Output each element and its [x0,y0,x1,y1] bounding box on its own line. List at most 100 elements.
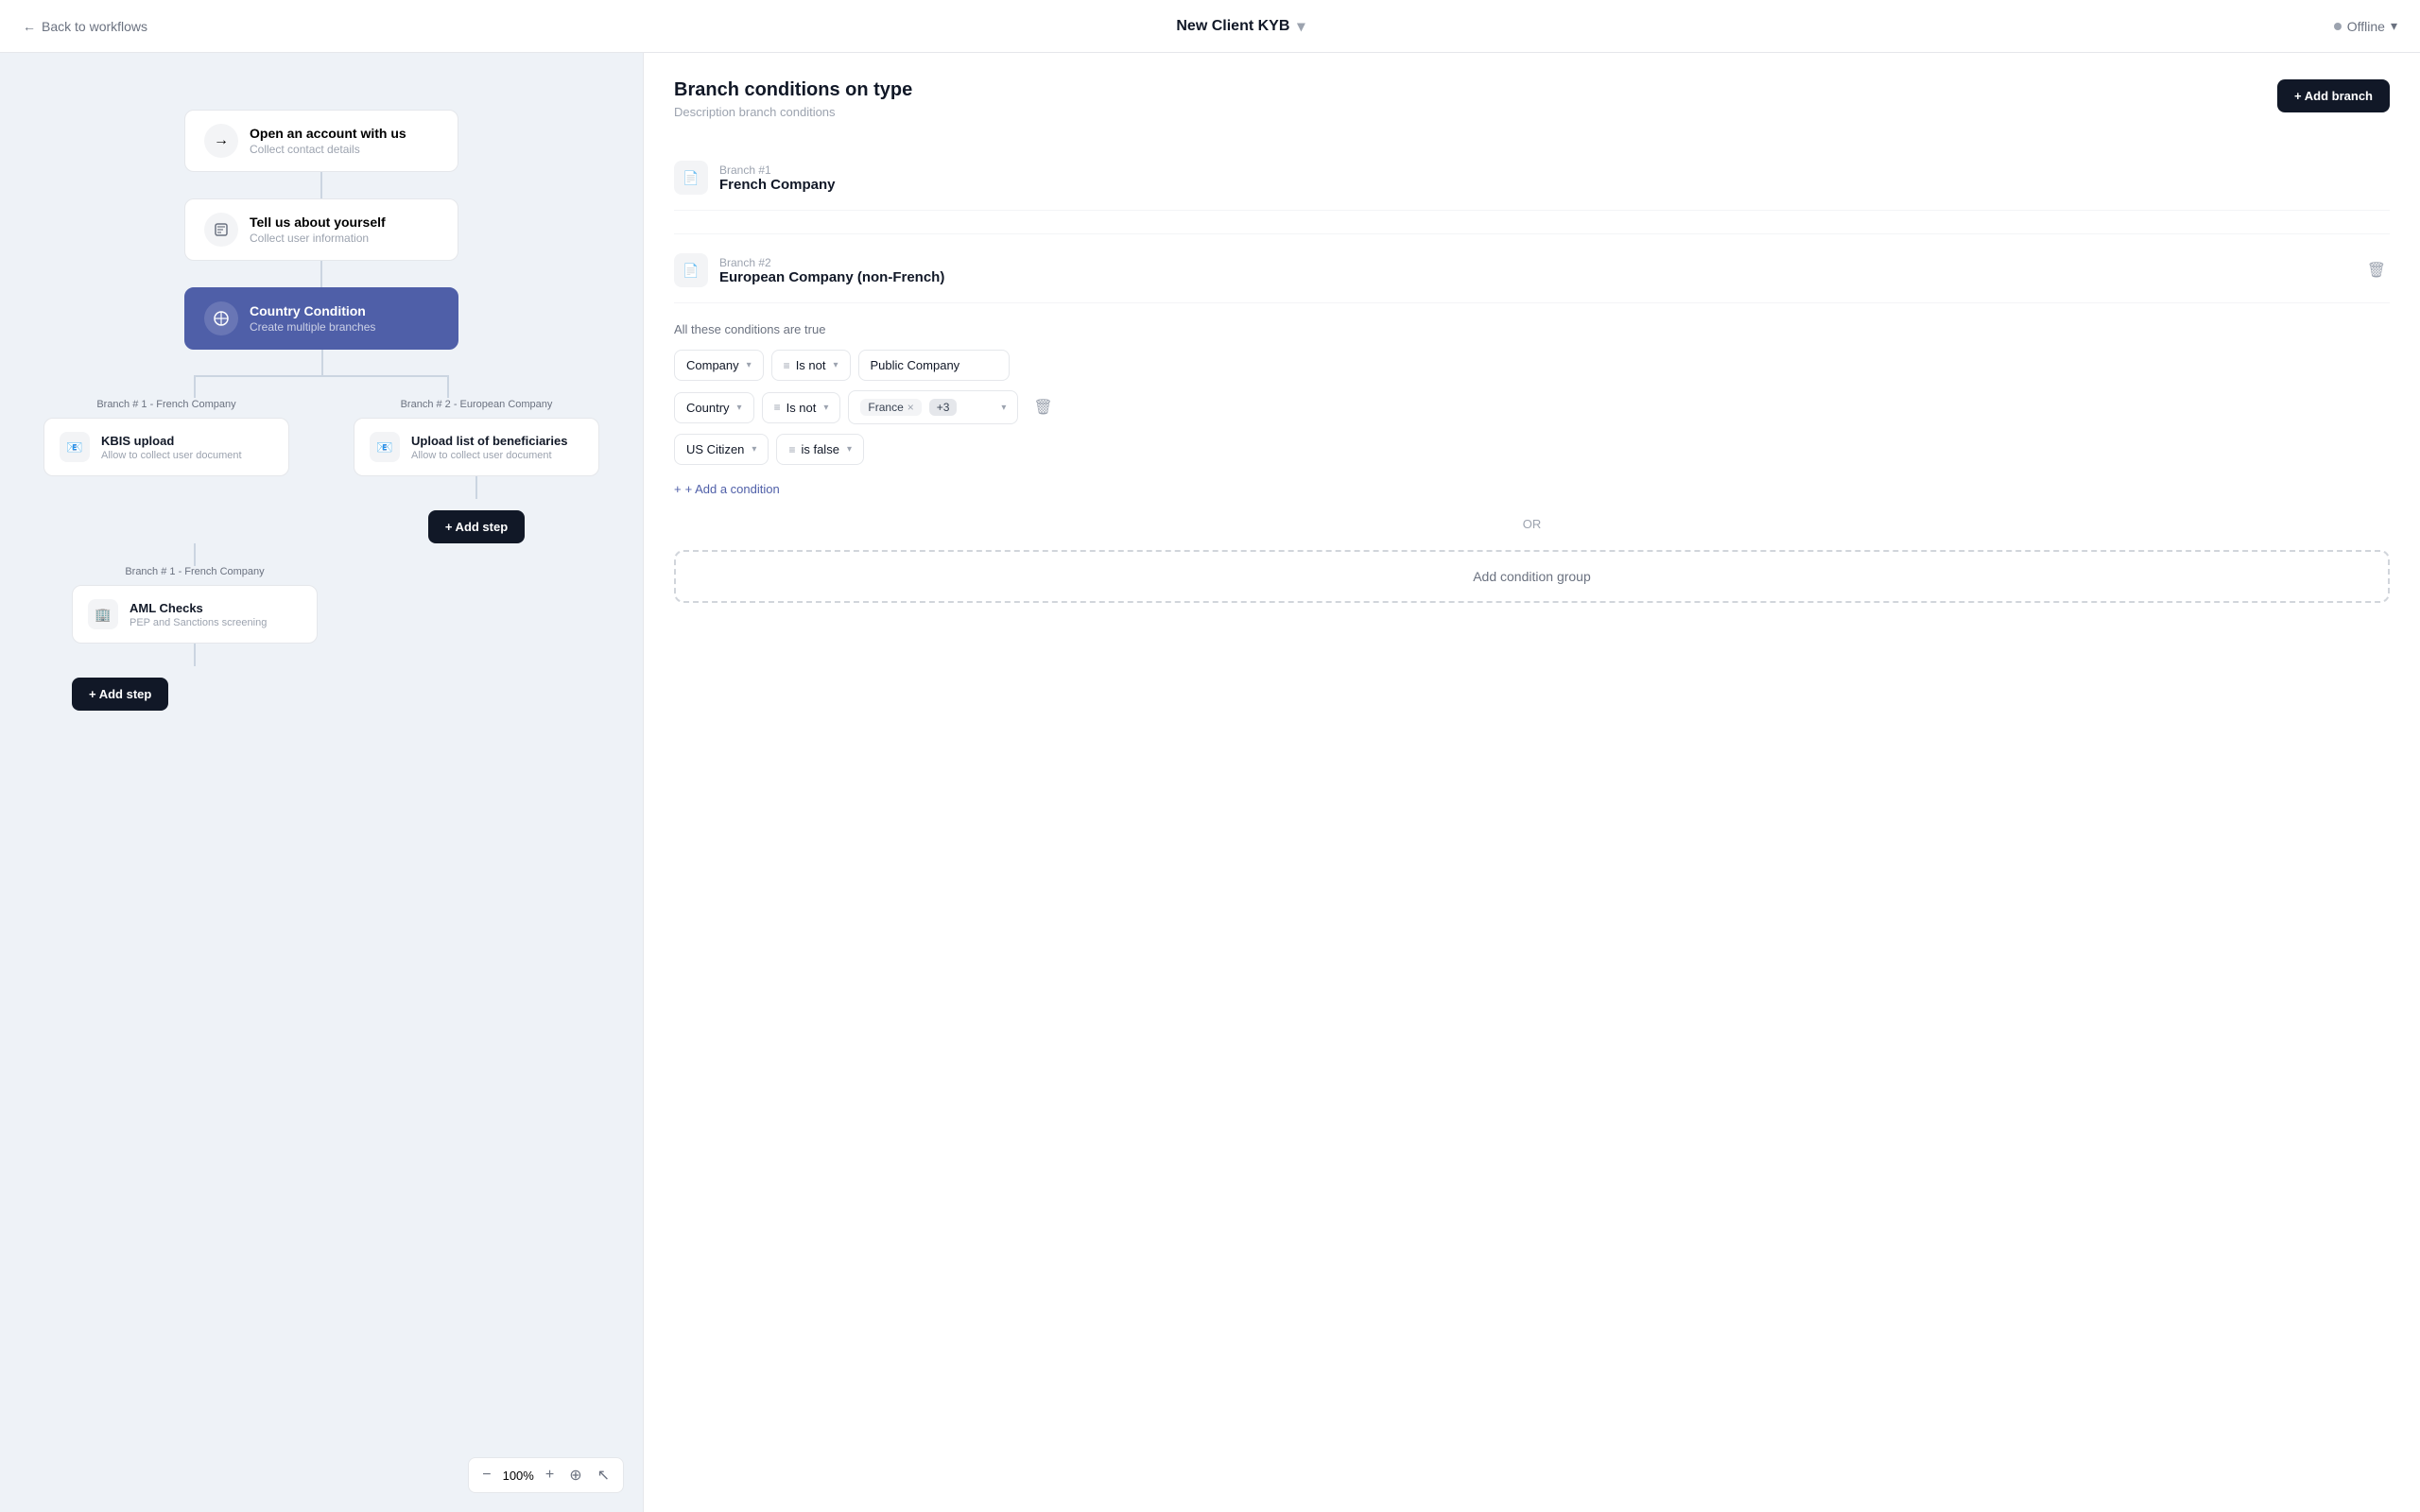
or-divider: OR [674,517,2390,531]
node-tell-yourself[interactable]: Tell us about yourself Collect user info… [184,198,458,261]
back-button[interactable]: ← Back to workflows [23,19,147,34]
company-field-select[interactable]: Company ▾ [674,350,764,381]
add-condition-link[interactable]: + + Add a condition [674,482,780,496]
company-operator-label: Is not [796,358,826,372]
status-dot-icon [2334,23,2342,30]
condition-row-2: Country ▾ ≡ Is not ▾ France × +3 [674,390,2390,424]
branch1-section: 📄 Branch #1 French Company [674,146,2390,211]
node-tell-yourself-title: Tell us about yourself [250,215,386,230]
node-open-account[interactable]: → Open an account with us Collect contac… [184,110,458,172]
branch-2-card-title: Upload list of beneficiaries [411,434,567,448]
add-condition-group-label: Add condition group [1473,569,1591,584]
zoom-in-button[interactable]: + [542,1465,558,1486]
add-branch-button[interactable]: + Add branch [2277,79,2390,112]
uscitizen-field-label: US Citizen [686,442,744,456]
branch1-header: 📄 Branch #1 French Company [674,146,2390,211]
branch2-name: European Company (non-French) [719,269,2348,285]
uscitizen-operator-label: is false [801,442,838,456]
branch-2-card-subtitle: Allow to collect user document [411,450,567,461]
node-open-account-subtitle: Collect contact details [250,143,406,156]
workflow-title: New Client KYB [1176,18,1289,35]
uscitizen-chevron-icon: ▾ [752,444,756,455]
country-chevron-icon: ▾ [737,403,742,413]
back-label: Back to workflows [42,19,147,34]
france-tag-label: France [868,401,903,414]
country-field-select[interactable]: Country ▾ [674,392,754,423]
extra-tag[interactable]: +3 [929,399,958,416]
node-country-condition[interactable]: Country Condition Create multiple branch… [184,287,458,350]
zoom-level: 100% [503,1469,534,1483]
branch-1-card-subtitle: Allow to collect user document [101,450,242,461]
right-panel: Branch conditions on type Description br… [643,53,2420,1512]
conditions-label: All these conditions are true [674,322,2390,336]
company-op-chevron-icon: ▾ [833,360,838,370]
company-value-text: Public Company [871,358,960,372]
country-operator-select[interactable]: ≡ Is not ▾ [762,392,841,423]
country-value[interactable]: France × +3 ▾ [848,390,1018,424]
add-step-branch2-button[interactable]: + Add step [428,510,525,543]
company-value: Public Company [858,350,1010,381]
branch1-second-card-icon: 🏢 [88,599,118,629]
branch-2-label: Branch # 2 - European Company [401,399,553,410]
branch2-section: 📄 Branch #2 European Company (non-French… [674,238,2390,603]
branch1-second-section: Branch # 1 - French Company 🏢 AML Checks… [72,566,318,711]
zoom-out-button[interactable]: − [478,1465,494,1486]
country-list-icon: ≡ [774,401,781,414]
branch-1-card-icon: 📧 [60,432,90,462]
header-status: Offline ▾ [2334,18,2397,34]
branch-area: Branch # 1 - French Company 📧 KBIS uploa… [19,399,624,543]
country-value-chevron[interactable]: ▾ [1001,403,1006,413]
zoom-fit-button[interactable]: ⊕ [565,1464,585,1486]
add-condition-plus-icon: + [674,482,682,496]
branch1-num: Branch #1 [719,163,836,177]
status-label: Offline [2347,19,2385,34]
branch-column-1: Branch # 1 - French Company 📧 KBIS uploa… [19,399,314,476]
condition-row-3: US Citizen ▾ ≡ is false ▾ [674,434,2390,465]
add-step-branch1-button[interactable]: + Add step [72,678,168,711]
branch-1-label: Branch # 1 - French Company [96,399,235,410]
node-tell-yourself-icon [204,213,238,247]
add-condition-label: + Add a condition [685,482,780,496]
branch1-second-card-title: AML Checks [130,601,267,615]
branch-connector-h [66,350,577,376]
branch1-icon: 📄 [674,161,708,195]
branch2-header: 📄 Branch #2 European Company (non-French… [674,238,2390,303]
connector-branch1-last [194,644,196,666]
panel-subtitle: Description branch conditions [674,105,912,119]
zoom-pointer-button[interactable]: ↖ [594,1464,614,1486]
branch1-second-card[interactable]: 🏢 AML Checks PEP and Sanctions screening [72,585,318,644]
uscitizen-field-select[interactable]: US Citizen ▾ [674,434,769,465]
panel-divider [674,233,2390,234]
country-operator-label: Is not [786,401,817,415]
uscitizen-operator-select[interactable]: ≡ is false ▾ [776,434,864,465]
uscitizen-op-chevron-icon: ▾ [847,444,852,455]
country-op-chevron-icon: ▾ [823,403,828,413]
add-condition-group-button[interactable]: Add condition group [674,550,2390,603]
title-chevron-icon[interactable]: ▾ [1297,17,1305,36]
company-operator-select[interactable]: ≡ Is not ▾ [771,350,851,381]
branch-2-card[interactable]: 📧 Upload list of beneficiaries Allow to … [354,418,599,476]
branch-1-card-title: KBIS upload [101,434,242,448]
france-tag: France × [860,399,921,416]
connector-branch2-down [475,476,477,499]
header-title: New Client KYB ▾ [1176,17,1305,36]
branch-column-2: Branch # 2 - European Company 📧 Upload l… [329,399,624,543]
connector-left-down [194,375,196,398]
country-field-label: Country [686,401,730,415]
branch2-delete-button[interactable]: 🗑 [2363,257,2390,284]
connector-branch1-down [194,543,196,566]
branch2-icon: 📄 [674,253,708,287]
status-chevron-icon[interactable]: ▾ [2391,18,2397,34]
company-field-label: Company [686,358,739,372]
branch-2-card-icon: 📧 [370,432,400,462]
condition-row-1: Company ▾ ≡ Is not ▾ Public Company [674,350,2390,381]
flow-container: → Open an account with us Collect contac… [0,53,643,1512]
country-row-delete-button[interactable]: 🗑 [1029,394,1056,421]
connector-2 [320,261,322,287]
node-country-condition-title: Country Condition [250,303,375,318]
or-label: OR [1523,517,1542,531]
branch-1-card[interactable]: 📧 KBIS upload Allow to collect user docu… [43,418,289,476]
france-tag-close[interactable]: × [908,401,914,414]
main-layout: → Open an account with us Collect contac… [0,53,2420,1512]
connector-h-line [194,375,449,377]
